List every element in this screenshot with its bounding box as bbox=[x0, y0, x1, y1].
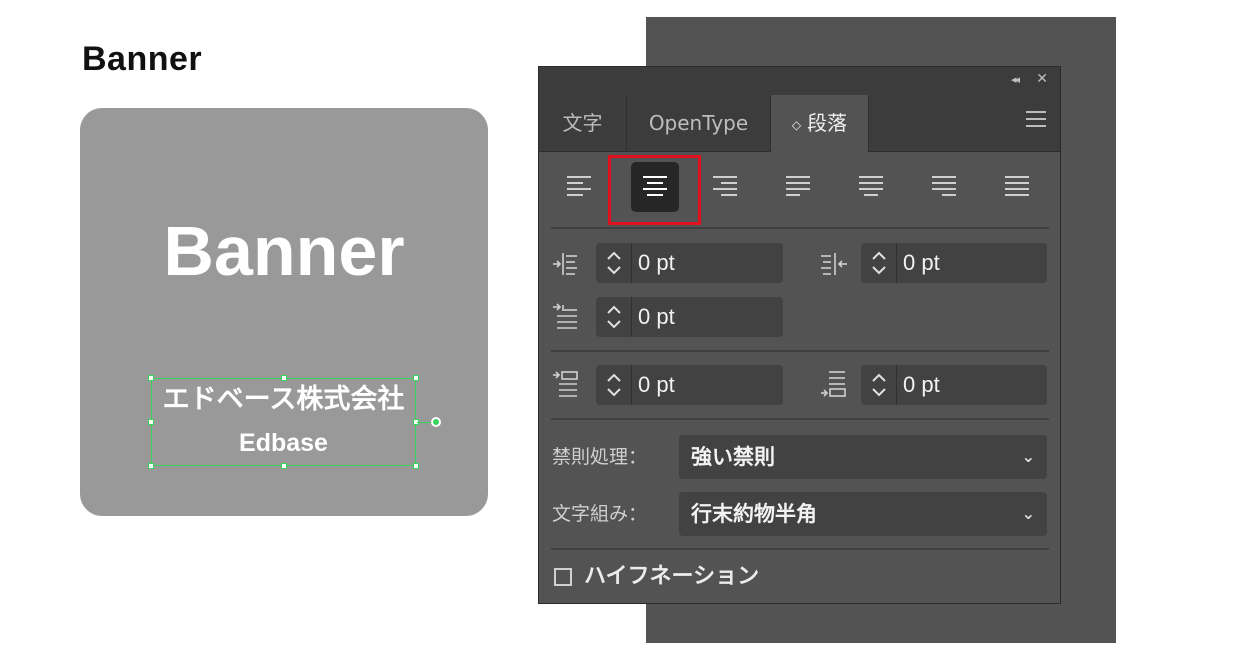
space-before-field[interactable]: 0 pt bbox=[632, 365, 783, 405]
company-name-en: Edbase bbox=[239, 429, 328, 457]
justify-all-icon bbox=[1005, 176, 1029, 196]
mojikumi-select[interactable]: 行末約物半角 ⌄ bbox=[679, 492, 1047, 536]
first-line-indent-icon bbox=[553, 303, 577, 329]
right-indent-icon bbox=[821, 253, 847, 275]
align-right-button[interactable] bbox=[702, 163, 748, 211]
stepper-icon bbox=[607, 305, 621, 329]
chevron-down-icon: ⌄ bbox=[1021, 447, 1035, 466]
panel-tabbar: 文字 OpenType ◇ 段落 bbox=[539, 95, 1060, 152]
paragraph-panel: ◂◂ ✕ 文字 OpenType ◇ 段落 0 pt 0 pt 0 pt 0 p… bbox=[538, 66, 1061, 604]
align-right-icon bbox=[713, 176, 737, 196]
justify-all-button[interactable] bbox=[994, 163, 1040, 211]
right-indent-field[interactable]: 0 pt bbox=[897, 243, 1047, 283]
first-line-indent-stepper[interactable] bbox=[596, 297, 632, 337]
tab-toggle-icon: ◇ bbox=[791, 117, 802, 132]
kinsoku-label: 禁則処理： bbox=[552, 446, 648, 468]
tab-paragraph-label: 段落 bbox=[807, 111, 848, 135]
resize-handle-bl[interactable] bbox=[148, 463, 154, 469]
align-left-icon bbox=[567, 176, 591, 196]
align-left-button[interactable] bbox=[556, 163, 602, 211]
space-after-icon bbox=[821, 371, 846, 397]
chevron-down-icon: ⌄ bbox=[1021, 504, 1035, 523]
resize-handle-tc[interactable] bbox=[281, 375, 287, 381]
resize-handle-tl[interactable] bbox=[148, 375, 154, 381]
banner-heading[interactable]: Banner bbox=[80, 216, 488, 286]
banner-artboard: Banner エドベース株式会社 Edbase bbox=[80, 108, 488, 516]
divider bbox=[551, 548, 1049, 550]
tab-character[interactable]: 文字 bbox=[539, 95, 627, 151]
tab-opentype[interactable]: OpenType bbox=[627, 95, 771, 151]
page-title: Banner bbox=[82, 40, 203, 78]
mojikumi-label: 文字組み： bbox=[552, 503, 648, 525]
divider bbox=[551, 227, 1049, 229]
collapse-panel-icon[interactable]: ◂◂ bbox=[1011, 73, 1020, 86]
resize-handle-bc[interactable] bbox=[281, 463, 287, 469]
justify-last-right-icon bbox=[932, 176, 956, 196]
right-indent-stepper[interactable] bbox=[861, 243, 897, 283]
resize-handle-ml[interactable] bbox=[148, 419, 154, 425]
company-name-jp: エドベース株式会社 bbox=[162, 384, 405, 415]
space-before-stepper[interactable] bbox=[596, 365, 632, 405]
stepper-icon bbox=[872, 373, 886, 397]
justify-last-center-icon bbox=[859, 176, 883, 196]
resize-handle-tr[interactable] bbox=[413, 375, 419, 381]
stepper-icon bbox=[872, 251, 886, 275]
divider bbox=[551, 350, 1049, 352]
left-indent-icon bbox=[553, 253, 577, 275]
hyphenation-label: ハイフネーション bbox=[584, 564, 760, 589]
space-before-icon bbox=[553, 371, 578, 397]
panel-menu-icon[interactable] bbox=[1026, 111, 1046, 127]
first-line-indent-field[interactable]: 0 pt bbox=[632, 297, 783, 337]
highlight-box bbox=[608, 155, 701, 225]
close-icon[interactable]: ✕ bbox=[1036, 71, 1048, 87]
stepper-icon bbox=[607, 251, 621, 275]
kinsoku-select[interactable]: 強い禁則 ⌄ bbox=[679, 435, 1047, 479]
space-after-stepper[interactable] bbox=[861, 365, 897, 405]
mojikumi-value: 行末約物半角 bbox=[691, 502, 817, 526]
panel-header[interactable]: ◂◂ ✕ bbox=[539, 67, 1060, 95]
justify-last-right-button[interactable] bbox=[921, 163, 967, 211]
tab-paragraph[interactable]: ◇ 段落 bbox=[771, 95, 869, 152]
justify-last-left-button[interactable] bbox=[775, 163, 821, 211]
space-after-field[interactable]: 0 pt bbox=[897, 365, 1047, 405]
justify-last-center-button[interactable] bbox=[848, 163, 894, 211]
hyphenation-checkbox[interactable] bbox=[554, 568, 572, 586]
kinsoku-value: 強い禁則 bbox=[691, 445, 775, 469]
tab-opentype-label: OpenType bbox=[648, 111, 749, 135]
left-indent-field[interactable]: 0 pt bbox=[632, 243, 783, 283]
tab-character-label: 文字 bbox=[562, 111, 603, 135]
left-indent-stepper[interactable] bbox=[596, 243, 632, 283]
justify-last-left-icon bbox=[786, 176, 810, 196]
text-thread-handle[interactable] bbox=[431, 417, 441, 427]
selected-text-frame[interactable]: エドベース株式会社 Edbase bbox=[148, 375, 441, 469]
stepper-icon bbox=[607, 373, 621, 397]
resize-handle-br[interactable] bbox=[413, 463, 419, 469]
divider bbox=[551, 418, 1049, 420]
